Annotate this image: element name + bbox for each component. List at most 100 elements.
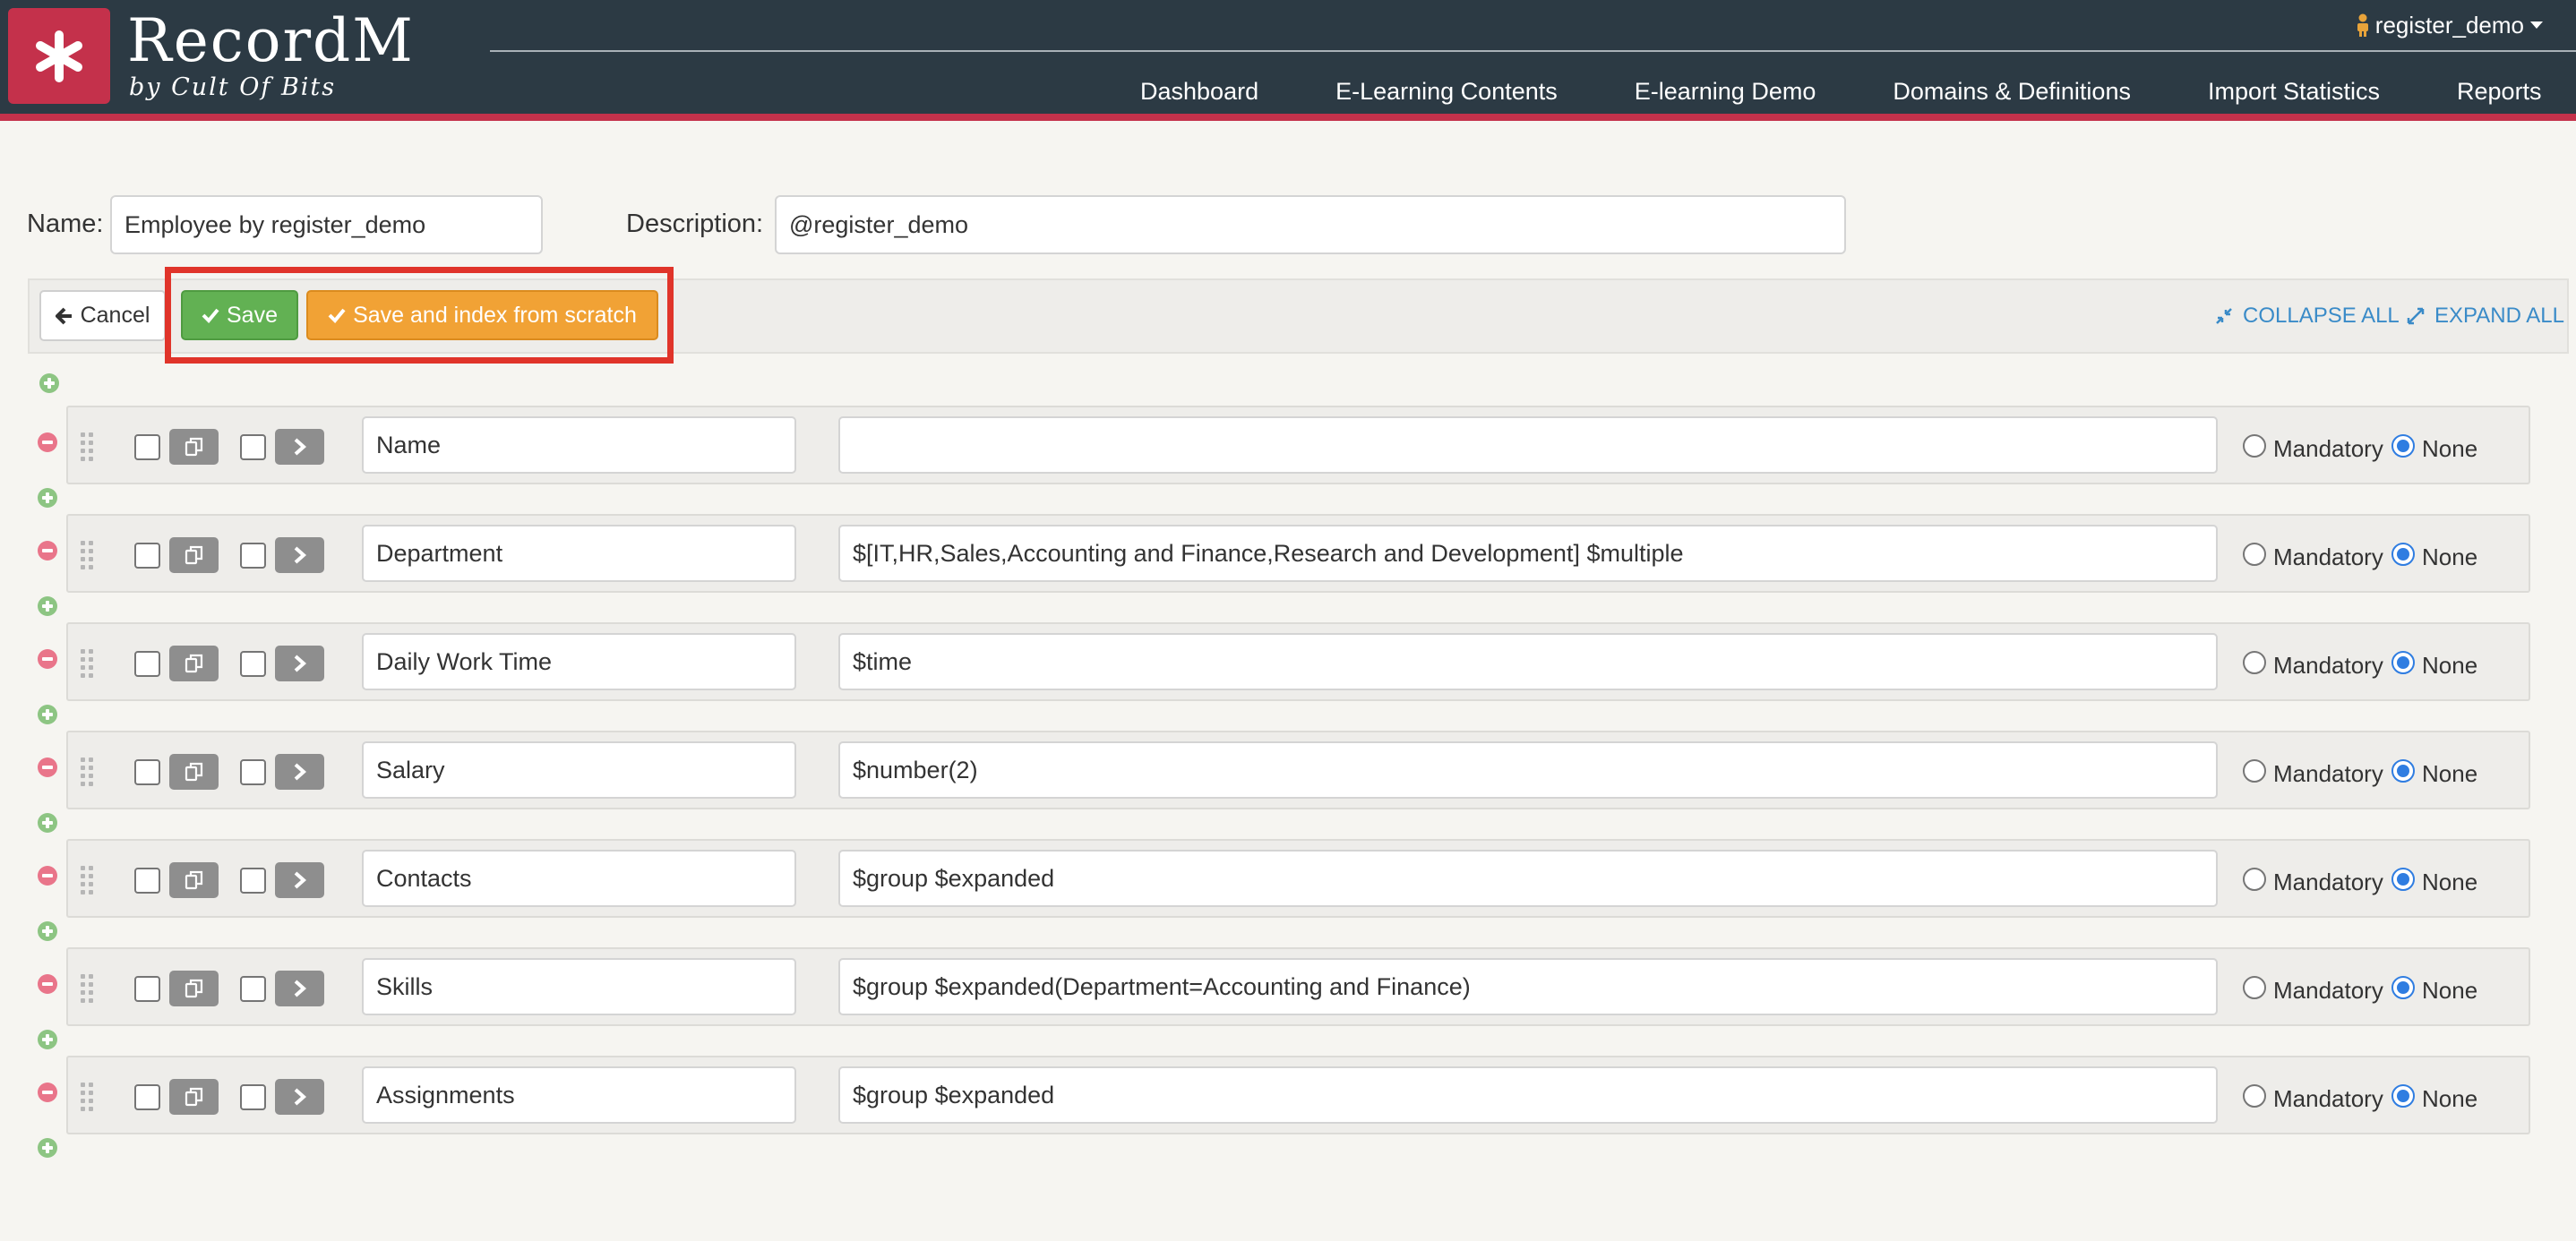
field-checkbox-secondary[interactable] bbox=[240, 868, 266, 894]
user-menu[interactable]: register_demo bbox=[2356, 9, 2544, 41]
add-field-button[interactable] bbox=[38, 488, 57, 508]
app-subtitle: by Cult Of Bits bbox=[129, 73, 337, 101]
drag-handle-icon[interactable] bbox=[81, 757, 93, 786]
field-description-input[interactable] bbox=[838, 416, 2218, 474]
copy-icon bbox=[185, 654, 202, 673]
nav-import-statistics[interactable]: Import Statistics bbox=[2169, 78, 2418, 106]
field-details-button[interactable] bbox=[275, 646, 324, 681]
field-name-input[interactable]: Name bbox=[362, 416, 796, 474]
nav-domains-definitions[interactable]: Domains & Definitions bbox=[1854, 78, 2169, 106]
add-field-button[interactable] bbox=[38, 596, 57, 616]
field-details-button[interactable] bbox=[275, 862, 324, 898]
drag-handle-icon[interactable] bbox=[81, 866, 93, 894]
mandatory-radio[interactable] bbox=[2243, 868, 2266, 891]
copy-icon bbox=[185, 437, 202, 457]
none-radio[interactable] bbox=[2391, 1084, 2415, 1108]
none-radio[interactable] bbox=[2391, 759, 2415, 783]
drag-handle-icon[interactable] bbox=[81, 1083, 93, 1111]
duplicate-field-button[interactable] bbox=[169, 646, 219, 681]
field-checkbox[interactable] bbox=[134, 868, 160, 894]
remove-field-button[interactable] bbox=[38, 541, 57, 561]
drag-handle-icon[interactable] bbox=[81, 649, 93, 678]
drag-handle-icon[interactable] bbox=[81, 974, 93, 1003]
field-name-input[interactable]: Assignments bbox=[362, 1066, 796, 1124]
chevron-right-icon bbox=[294, 655, 306, 672]
logo-icon[interactable] bbox=[8, 8, 110, 104]
field-description-input[interactable]: $group $expanded bbox=[838, 850, 2218, 907]
field-description-input[interactable]: $number(2) bbox=[838, 741, 2218, 799]
none-radio[interactable] bbox=[2391, 651, 2415, 674]
duplicate-field-button[interactable] bbox=[169, 537, 219, 573]
remove-field-button[interactable] bbox=[38, 1083, 57, 1102]
add-field-button[interactable] bbox=[38, 705, 57, 724]
mandatory-radio[interactable] bbox=[2243, 1084, 2266, 1108]
name-input[interactable]: Employee by register_demo bbox=[110, 195, 543, 254]
field-name-input[interactable]: Department bbox=[362, 525, 796, 582]
field-description-input[interactable]: $group $expanded(Department=Accounting a… bbox=[838, 958, 2218, 1015]
add-field-button[interactable] bbox=[38, 1138, 57, 1158]
duplicate-field-button[interactable] bbox=[169, 1079, 219, 1115]
mandatory-radio[interactable] bbox=[2243, 651, 2266, 674]
field-description-input[interactable]: $[IT,HR,Sales,Accounting and Finance,Res… bbox=[838, 525, 2218, 582]
add-field-button[interactable] bbox=[38, 813, 57, 833]
field-details-button[interactable] bbox=[275, 754, 324, 790]
drag-handle-icon[interactable] bbox=[81, 541, 93, 569]
duplicate-field-button[interactable] bbox=[169, 429, 219, 465]
field-checkbox[interactable] bbox=[134, 976, 160, 1002]
remove-field-button[interactable] bbox=[38, 757, 57, 777]
field-checkbox-secondary[interactable] bbox=[240, 543, 266, 569]
field-checkbox-secondary[interactable] bbox=[240, 651, 266, 677]
remove-field-button[interactable] bbox=[38, 432, 57, 452]
duplicate-field-button[interactable] bbox=[169, 862, 219, 898]
field-checkbox[interactable] bbox=[134, 1084, 160, 1110]
field-details-button[interactable] bbox=[275, 429, 324, 465]
add-field-button[interactable] bbox=[38, 921, 57, 941]
nav-elearning-demo[interactable]: E-learning Demo bbox=[1596, 78, 1855, 106]
remove-field-button[interactable] bbox=[38, 649, 57, 669]
none-label: None bbox=[2422, 543, 2478, 570]
duplicate-field-button[interactable] bbox=[169, 971, 219, 1006]
add-field-button[interactable] bbox=[38, 1030, 57, 1049]
field-checkbox-secondary[interactable] bbox=[240, 1084, 266, 1110]
field-description-input[interactable]: $group $expanded bbox=[838, 1066, 2218, 1124]
mandatory-radio[interactable] bbox=[2243, 976, 2266, 999]
main-nav: Dashboard E-Learning Contents E-learning… bbox=[1102, 72, 2542, 111]
field-name-input[interactable]: Daily Work Time bbox=[362, 633, 796, 690]
field-checkbox[interactable] bbox=[134, 651, 160, 677]
field-details-button[interactable] bbox=[275, 1079, 324, 1115]
cancel-button[interactable]: Cancel bbox=[39, 290, 166, 341]
mandatory-radio[interactable] bbox=[2243, 434, 2266, 458]
copy-icon bbox=[185, 762, 202, 782]
remove-field-button[interactable] bbox=[38, 974, 57, 994]
app-title[interactable]: RecordM bbox=[127, 5, 415, 77]
field-details-button[interactable] bbox=[275, 537, 324, 573]
field-checkbox-secondary[interactable] bbox=[240, 434, 266, 460]
field-description-input[interactable]: $time bbox=[838, 633, 2218, 690]
none-radio[interactable] bbox=[2391, 976, 2415, 999]
description-input[interactable]: @register_demo bbox=[775, 195, 1846, 254]
field-name-input[interactable]: Salary bbox=[362, 741, 796, 799]
field-name-input[interactable]: Contacts bbox=[362, 850, 796, 907]
field-details-button[interactable] bbox=[275, 971, 324, 1006]
mandatory-radio[interactable] bbox=[2243, 543, 2266, 566]
field-checkbox[interactable] bbox=[134, 759, 160, 785]
duplicate-field-button[interactable] bbox=[169, 754, 219, 790]
field-checkbox-secondary[interactable] bbox=[240, 976, 266, 1002]
drag-handle-icon[interactable] bbox=[81, 432, 93, 461]
add-field-button[interactable] bbox=[39, 373, 59, 393]
none-radio[interactable] bbox=[2391, 543, 2415, 566]
expand-all-link[interactable]: EXPAND ALL bbox=[2406, 302, 2564, 330]
app-header: RecordM by Cult Of Bits register_demo Da… bbox=[0, 0, 2576, 114]
field-checkbox[interactable] bbox=[134, 543, 160, 569]
remove-field-button[interactable] bbox=[38, 866, 57, 886]
field-checkbox-secondary[interactable] bbox=[240, 759, 266, 785]
field-name-input[interactable]: Skills bbox=[362, 958, 796, 1015]
nav-dashboard[interactable]: Dashboard bbox=[1102, 78, 1297, 106]
nav-elearning-contents[interactable]: E-Learning Contents bbox=[1297, 78, 1596, 106]
none-radio[interactable] bbox=[2391, 868, 2415, 891]
mandatory-radio[interactable] bbox=[2243, 759, 2266, 783]
field-checkbox[interactable] bbox=[134, 434, 160, 460]
nav-reports[interactable]: Reports bbox=[2418, 78, 2542, 106]
collapse-all-link[interactable]: COLLAPSE ALL bbox=[2214, 302, 2400, 330]
none-radio[interactable] bbox=[2391, 434, 2415, 458]
